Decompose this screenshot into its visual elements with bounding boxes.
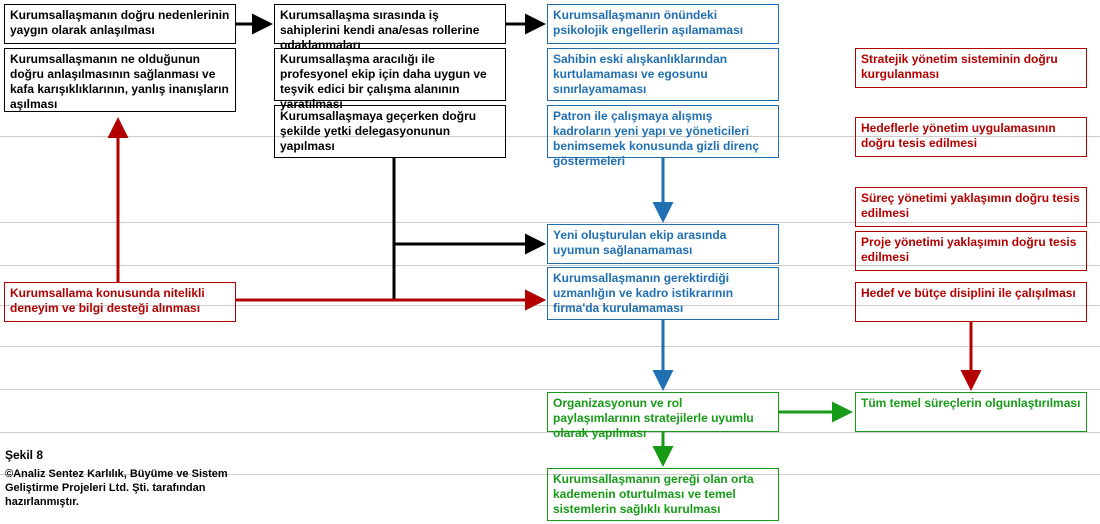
- figure-caption: Şekil 8: [5, 448, 43, 462]
- arrow-delegation-to-expertise: [394, 244, 543, 300]
- arrows-layer: [0, 0, 1100, 524]
- credit-line: ©Analiz Sentez Karlılık, Büyüme ve Siste…: [5, 468, 235, 509]
- diagram: Kurumsallaşmanın doğru nedenlerinin yayg…: [0, 0, 1100, 524]
- arrow-delegation-to-team-harmony: [394, 158, 543, 244]
